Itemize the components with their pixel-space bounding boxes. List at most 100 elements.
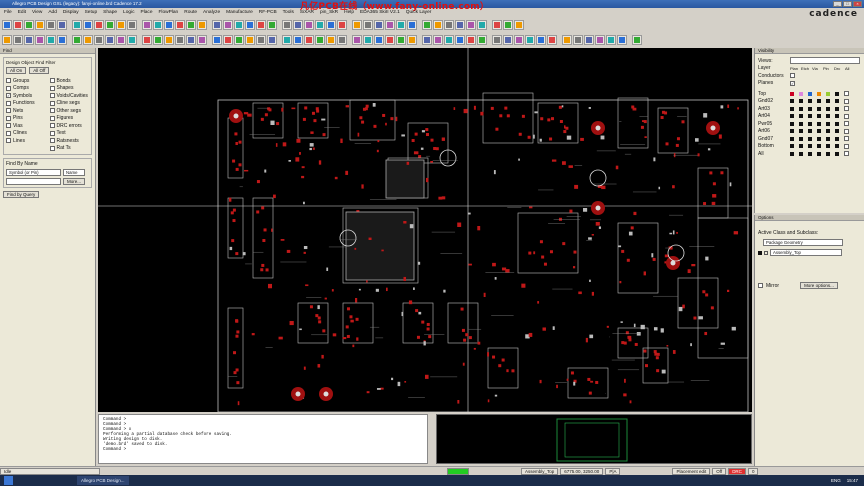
layer-color-toggle[interactable]	[826, 99, 830, 104]
subclass-visibility-box[interactable]	[764, 250, 768, 255]
toolbar-button[interactable]	[267, 35, 277, 45]
toolbar-button[interactable]	[374, 20, 384, 30]
menu-item-18[interactable]: EDA365 SkiII V2.1	[360, 10, 400, 15]
toolbar-button[interactable]	[142, 35, 152, 45]
menu-item-1[interactable]: Edit	[18, 10, 26, 15]
menu-item-9[interactable]: FlowPlan	[159, 10, 179, 15]
layer-color-toggle[interactable]	[835, 136, 839, 141]
find-filter-checkbox[interactable]	[49, 108, 55, 114]
layer-color-toggle[interactable]	[799, 129, 803, 134]
toolbar-button[interactable]	[396, 20, 406, 30]
toolbar-button[interactable]	[595, 35, 605, 45]
layer-color-toggle[interactable]	[790, 121, 794, 126]
all-off-button[interactable]: All Off	[29, 67, 50, 74]
layer-color-toggle[interactable]	[817, 136, 821, 141]
toolbar-button[interactable]	[455, 35, 465, 45]
layer-color-toggle[interactable]	[808, 106, 812, 111]
toolbar-button[interactable]	[455, 20, 465, 30]
find-filter-checkbox[interactable]	[49, 78, 55, 84]
toolbar-button[interactable]	[536, 35, 546, 45]
toolbar-button[interactable]	[433, 35, 443, 45]
toolbar-button[interactable]	[153, 35, 163, 45]
layer-color-toggle[interactable]	[817, 91, 821, 96]
find-filter-item[interactable]: Ratsnests	[49, 137, 90, 145]
toolbar-button[interactable]	[584, 35, 594, 45]
find-filter-checkbox[interactable]	[49, 130, 55, 136]
name-input[interactable]	[6, 178, 61, 185]
toolbar-button[interactable]	[422, 35, 432, 45]
toolbar-button[interactable]	[142, 20, 152, 30]
toolbar-button[interactable]	[223, 20, 233, 30]
layer-color-toggle[interactable]	[799, 151, 803, 156]
layer-color-toggle[interactable]	[826, 114, 830, 119]
layer-color-toggle[interactable]	[817, 99, 821, 104]
toolbar-button[interactable]	[2, 20, 12, 30]
toolbar-button[interactable]	[326, 35, 336, 45]
toolbar-button[interactable]	[46, 20, 56, 30]
toolbar-button[interactable]	[24, 35, 34, 45]
find-filter-checkbox[interactable]	[49, 100, 55, 106]
toolbar-button[interactable]	[212, 20, 222, 30]
layer-color-toggle[interactable]	[799, 144, 803, 149]
layer-color-toggle[interactable]	[817, 129, 821, 134]
toolbar-button[interactable]	[617, 35, 627, 45]
toolbar-button[interactable]	[407, 35, 417, 45]
find-filter-item[interactable]: Shapes	[49, 85, 90, 93]
layer-color-toggle[interactable]	[790, 91, 794, 96]
toolbar-button[interactable]	[304, 35, 314, 45]
find-filter-item[interactable]: Other segs	[49, 107, 90, 115]
layer-color-toggle[interactable]	[790, 106, 794, 111]
layer-color-toggle[interactable]	[826, 129, 830, 134]
menu-item-8[interactable]: Place	[141, 10, 153, 15]
toolbar-button[interactable]	[573, 35, 583, 45]
layer-visibility-checkbox[interactable]	[844, 113, 849, 119]
toolbar-button[interactable]	[197, 35, 207, 45]
pcb-design-canvas[interactable]	[98, 48, 752, 412]
toolbar-button[interactable]	[83, 20, 93, 30]
find-filter-item[interactable]: Comps	[6, 85, 46, 93]
layer-visibility-checkbox[interactable]	[844, 143, 849, 149]
toolbar-button[interactable]	[282, 20, 292, 30]
find-filter-item[interactable]: DRC errors	[49, 122, 90, 130]
find-filter-checkbox[interactable]	[49, 85, 55, 91]
layer-color-toggle[interactable]	[790, 144, 794, 149]
find-filter-item[interactable]: Lines	[6, 137, 46, 145]
toolbar-button[interactable]	[326, 20, 336, 30]
menu-item-6[interactable]: Shape	[103, 10, 117, 15]
toolbar-button[interactable]	[503, 35, 513, 45]
layer-color-toggle[interactable]	[808, 99, 812, 104]
find-filter-checkbox[interactable]	[49, 93, 55, 99]
more-options-button[interactable]: More options...	[800, 282, 838, 289]
find-filter-checkbox[interactable]	[6, 85, 11, 91]
menu-item-11[interactable]: Analyze	[203, 10, 220, 15]
find-filter-item[interactable]: Text	[49, 130, 90, 138]
toolbar-button[interactable]	[245, 20, 255, 30]
start-icon[interactable]	[4, 476, 13, 485]
mirror-checkbox[interactable]	[758, 283, 763, 288]
toolbar-button[interactable]	[606, 35, 616, 45]
toolbar-button[interactable]	[72, 35, 82, 45]
menu-item-4[interactable]: Display	[63, 10, 79, 15]
toolbar-button[interactable]	[197, 20, 207, 30]
toolbar-button[interactable]	[466, 35, 476, 45]
toolbar-button[interactable]	[363, 20, 373, 30]
find-filter-item[interactable]: Functions	[6, 100, 46, 108]
subclass-color-swatch[interactable]	[758, 250, 762, 255]
toolbar-button[interactable]	[72, 20, 82, 30]
toolbar-button[interactable]	[466, 20, 476, 30]
find-by-query-button[interactable]: Find by Query	[3, 191, 40, 198]
toolbar-button[interactable]	[477, 35, 487, 45]
toolbar-button[interactable]	[547, 35, 557, 45]
toolbar-button[interactable]	[46, 35, 56, 45]
find-filter-item[interactable]: Pins	[6, 115, 46, 123]
layer-color-toggle[interactable]	[835, 144, 839, 149]
toolbar-button[interactable]	[444, 20, 454, 30]
menu-item-17[interactable]: Help	[344, 10, 354, 15]
toolbar-button[interactable]	[105, 20, 115, 30]
toolbar-button[interactable]	[315, 35, 325, 45]
layer-color-toggle[interactable]	[817, 114, 821, 119]
find-filter-item[interactable]: Voids/Cavities	[49, 92, 90, 100]
toolbar-button[interactable]	[256, 20, 266, 30]
layer-visibility-checkbox[interactable]	[844, 151, 849, 157]
toolbar-button[interactable]	[24, 20, 34, 30]
